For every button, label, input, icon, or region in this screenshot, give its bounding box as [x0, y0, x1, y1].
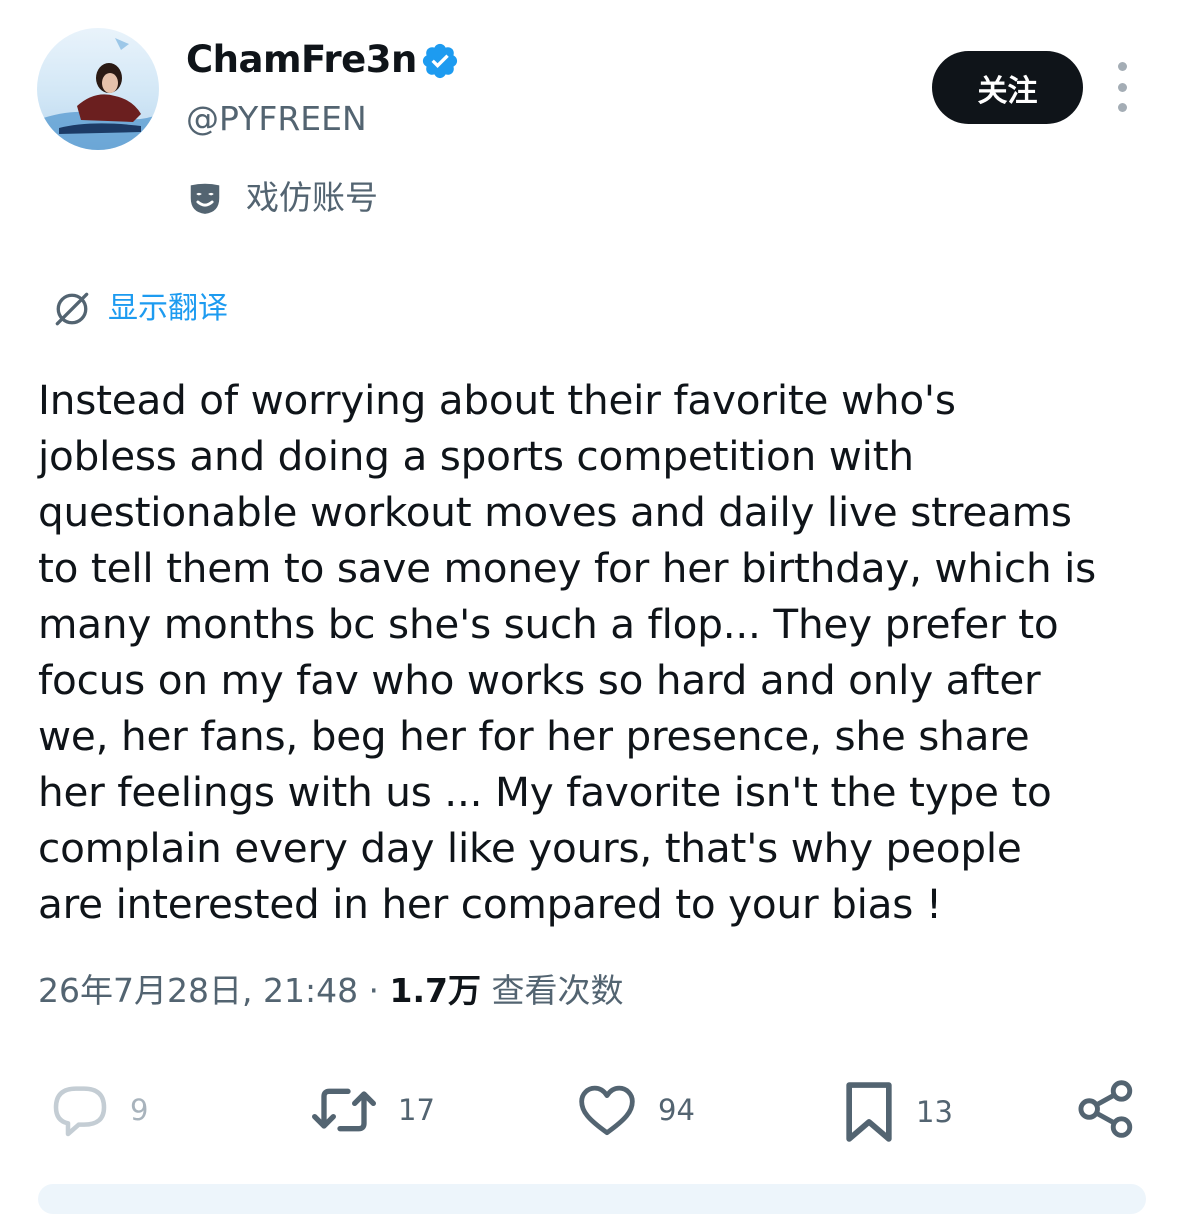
views-count: 1.7万: [389, 971, 482, 1010]
like-count: 94: [658, 1093, 695, 1127]
display-name[interactable]: ChamFre3n: [186, 36, 417, 84]
reply-count: 9: [130, 1093, 149, 1127]
views-label: 查看次数: [491, 971, 624, 1010]
bookmark-count: 13: [916, 1095, 953, 1129]
tweet-line: many months bc she's such a flop... They…: [38, 600, 1059, 648]
more-dot: [1117, 103, 1127, 112]
tweet-line: complain every day like yours, that's wh…: [38, 824, 1022, 872]
tweet-timestamp[interactable]: 26年7月28日, 21:48: [38, 971, 358, 1010]
parody-account-label-row: 戏仿账号: [186, 176, 378, 220]
tweet-line: we, her fans, beg her for her presence, …: [38, 712, 1030, 760]
show-translation-label: 显示翻译: [108, 291, 228, 326]
retweet-count: 17: [398, 1093, 435, 1127]
retweet-icon: [312, 1088, 376, 1132]
more-dot: [1117, 82, 1127, 92]
reply-composer-bar[interactable]: [38, 1184, 1146, 1214]
tweet-line: are interested in her compared to your b…: [38, 880, 942, 928]
verified-badge-icon: [422, 43, 458, 79]
tweet-line: focus on my fav who works so hard and on…: [38, 656, 1041, 704]
bookmark-button[interactable]: 13: [840, 1078, 953, 1146]
share-icon: [1078, 1080, 1133, 1138]
tweet-line: Instead of worrying about their favorite…: [38, 376, 956, 424]
user-handle[interactable]: @PYFREEN: [186, 98, 367, 140]
retweet-button[interactable]: 17: [308, 1078, 435, 1142]
more-dot: [1117, 62, 1127, 71]
parody-account-label: 戏仿账号: [246, 178, 378, 217]
share-button[interactable]: [1075, 1076, 1137, 1146]
parody-mask-icon: [190, 183, 220, 214]
tweet-text: Instead of worrying about their favorite…: [38, 372, 1158, 932]
tweet-line: questionable workout moves and daily liv…: [38, 488, 1072, 536]
meta-separator: ·: [358, 971, 390, 1010]
bookmark-icon: [846, 1082, 892, 1142]
heart-icon: [579, 1085, 635, 1136]
follow-button[interactable]: 关注: [932, 51, 1083, 124]
reply-button[interactable]: 9: [48, 1078, 148, 1142]
tweet-line: to tell them to save money for her birth…: [38, 544, 1097, 592]
translate-icon: [55, 292, 89, 326]
tweet-meta: 26年7月28日, 21:48 · 1.7万 查看次数: [38, 968, 624, 1014]
reply-icon: [53, 1086, 107, 1137]
tweet-line: her feelings with us ... My favorite isn…: [38, 768, 1052, 816]
avatar[interactable]: [37, 28, 159, 150]
more-options-icon[interactable]: [1110, 62, 1134, 112]
like-button[interactable]: 94: [574, 1078, 695, 1142]
tweet-line: jobless and doing a sports competition w…: [38, 432, 914, 480]
show-translation-button[interactable]: 显示翻译: [50, 287, 228, 331]
